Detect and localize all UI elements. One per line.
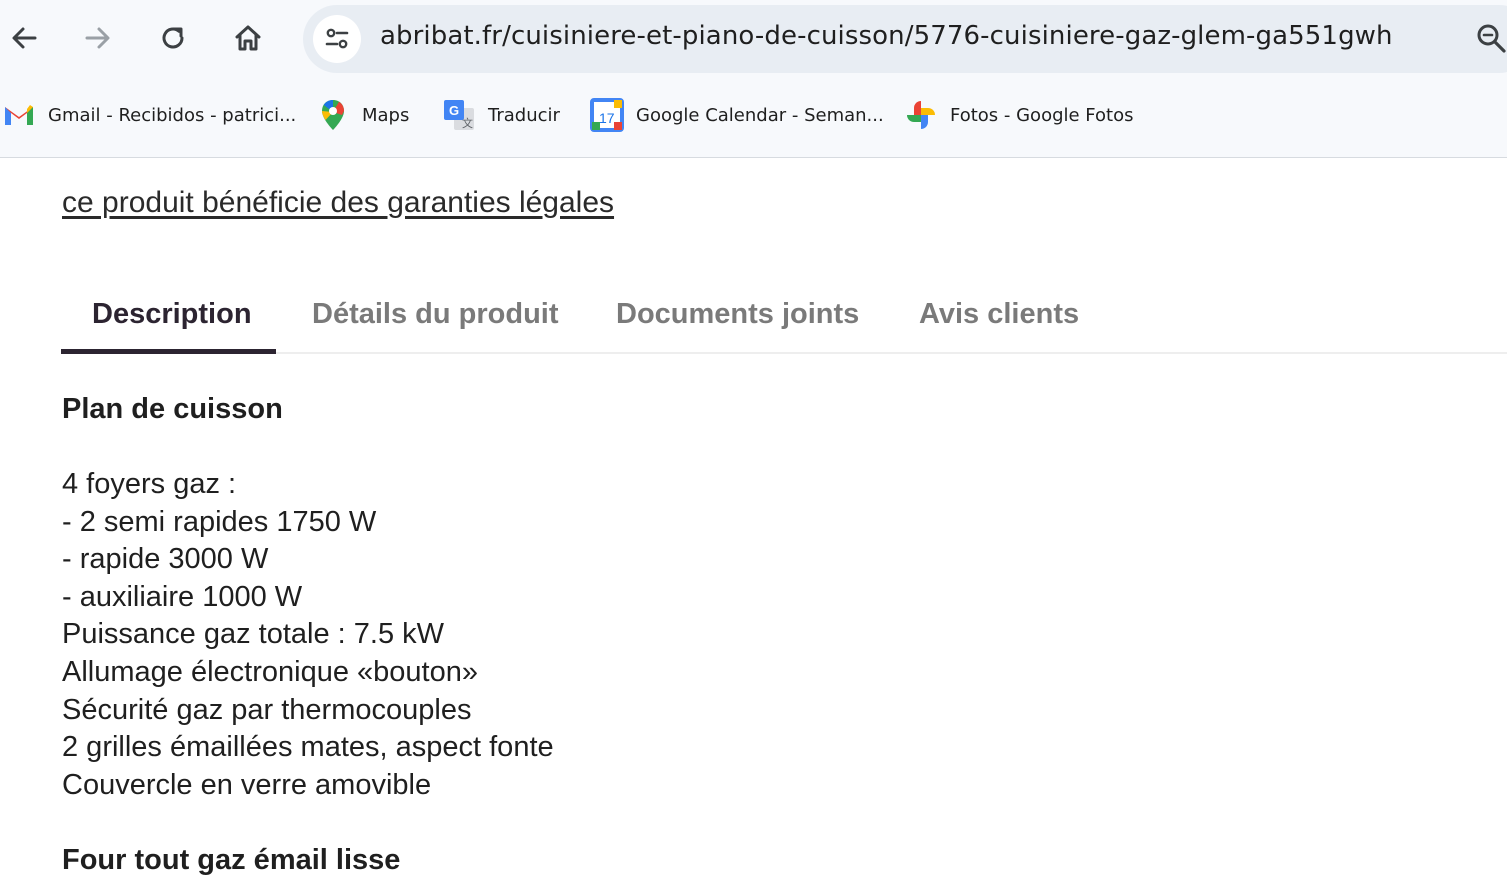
- bookmark-label: Traducir: [488, 104, 560, 126]
- description-line: - auxiliaire 1000 W: [62, 580, 303, 613]
- product-tabs: Description Détails du produit Documents…: [61, 290, 1507, 354]
- back-button[interactable]: [2, 16, 46, 60]
- reload-icon: [162, 27, 184, 49]
- bookmark-label: Fotos - Google Fotos: [950, 104, 1134, 126]
- zoom-button[interactable]: [1475, 22, 1507, 59]
- description-line: 2 grilles émaillées mates, aspect fonte: [62, 731, 554, 764]
- bookmark-label: Maps: [362, 104, 410, 126]
- browser-chrome: abribat.fr/cuisiniere-et-piano-de-cuisso…: [0, 0, 1507, 158]
- address-bar[interactable]: abribat.fr/cuisiniere-et-piano-de-cuisso…: [303, 5, 1507, 73]
- bookmark-calendar[interactable]: 17 Google Calendar - Seman...: [590, 90, 884, 140]
- photos-icon: [904, 98, 938, 132]
- tune-icon: [325, 28, 349, 49]
- svg-text:G: G: [449, 103, 459, 118]
- url-text[interactable]: abribat.fr/cuisiniere-et-piano-de-cuisso…: [380, 21, 1393, 51]
- tab-description[interactable]: Description: [92, 298, 252, 331]
- active-tab-indicator: [61, 349, 276, 354]
- calendar-day: 17: [599, 110, 615, 126]
- bookmark-photos[interactable]: Fotos - Google Fotos: [904, 90, 1133, 140]
- description-line: Allumage électronique «bouton»: [62, 655, 478, 688]
- reload-button[interactable]: [151, 16, 195, 60]
- description-line: - rapide 3000 W: [62, 543, 269, 576]
- tab-documents[interactable]: Documents joints: [616, 298, 859, 331]
- bookmark-label: Google Calendar - Seman...: [636, 104, 884, 126]
- gmail-icon: [2, 98, 36, 132]
- section-title-hob: Plan de cuisson: [62, 393, 283, 425]
- description-line: Couvercle en verre amovible: [62, 768, 432, 801]
- description-line: Puissance gaz totale : 7.5 kW: [62, 618, 445, 651]
- bookmark-translate[interactable]: G 文 Traducir: [442, 90, 560, 140]
- tab-product-details[interactable]: Détails du produit: [312, 298, 559, 331]
- navigation-bar: abribat.fr/cuisiniere-et-piano-de-cuisso…: [0, 0, 1507, 78]
- section-title-oven: Four tout gaz émail lisse: [62, 844, 401, 876]
- maps-icon: [316, 98, 350, 132]
- bookmarks-bar: Gmail - Recibidos - patrici... Maps G 文 …: [0, 90, 1507, 140]
- translate-icon: G 文: [442, 98, 476, 132]
- home-button[interactable]: [226, 16, 270, 60]
- calendar-icon: 17: [590, 98, 624, 132]
- bookmark-maps[interactable]: Maps: [316, 90, 409, 140]
- svg-text:文: 文: [462, 116, 473, 130]
- legal-guarantees-link[interactable]: ce produit bénéficie des garanties légal…: [62, 186, 614, 220]
- site-info-button[interactable]: [313, 15, 361, 63]
- description-line: Sécurité gaz par thermocouples: [62, 693, 472, 726]
- home-icon: [235, 25, 261, 51]
- bookmark-gmail[interactable]: Gmail - Recibidos - patrici...: [2, 90, 296, 140]
- arrow-right-icon: [85, 27, 110, 49]
- bookmark-label: Gmail - Recibidos - patrici...: [48, 104, 297, 126]
- hob-description: 4 foyers gaz : - 2 semi rapides 1750 W -…: [62, 466, 554, 804]
- description-line: 4 foyers gaz :: [62, 468, 237, 500]
- magnifier-icon: [1477, 24, 1506, 53]
- arrow-left-icon: [12, 27, 37, 49]
- forward-button[interactable]: [76, 16, 120, 60]
- tab-reviews[interactable]: Avis clients: [919, 298, 1079, 331]
- description-line: - 2 semi rapides 1750 W: [62, 505, 377, 538]
